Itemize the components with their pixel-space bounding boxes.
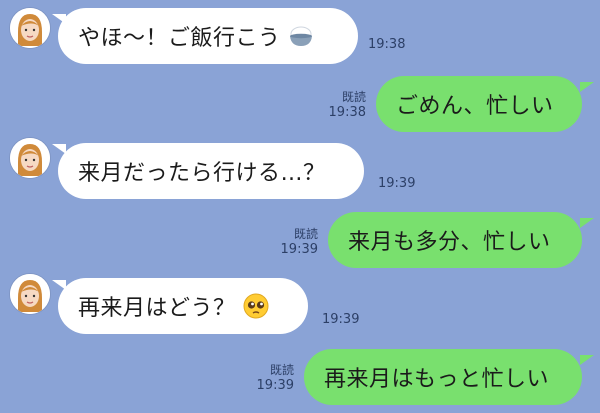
bubble-tail — [580, 218, 594, 228]
message-text: やほ〜！ご飯行こう — [78, 26, 281, 51]
pleading-face-icon — [242, 292, 270, 320]
message-bubble-incoming[interactable]: 再来月はどう？ — [58, 278, 308, 334]
timestamp: 19:38 — [328, 105, 366, 120]
rice-bowl-icon — [287, 22, 315, 50]
avatar-icon — [10, 274, 50, 314]
message-text: 来月だったら行ける…？ — [78, 161, 326, 186]
chat-thread: やほ〜！ご飯行こう 19:38 既読 19:38 ごめん、忙しい 来月だったら行… — [0, 0, 600, 413]
timestamp: 19:39 — [256, 378, 294, 393]
message-text: 再来月はもっと忙しい — [324, 367, 550, 392]
timestamp: 19:39 — [322, 312, 360, 327]
avatar-icon — [10, 138, 50, 178]
message-text: ごめん、忙しい — [396, 94, 554, 119]
message-bubble-outgoing[interactable]: 再来月はもっと忙しい — [304, 349, 582, 405]
friend-avatar[interactable] — [10, 274, 50, 314]
timestamp: 19:39 — [280, 242, 318, 257]
message-bubble-incoming[interactable]: 来月だったら行ける…？ — [58, 143, 364, 199]
read-receipt: 既読 — [341, 90, 366, 104]
timestamp: 19:39 — [378, 176, 416, 191]
message-text: 来月も多分、忙しい — [348, 230, 551, 255]
timestamp: 19:38 — [368, 37, 406, 52]
message-meta: 既読 19:39 — [268, 226, 318, 258]
bubble-tail — [580, 82, 594, 92]
message-meta: 既読 19:38 — [316, 89, 366, 121]
friend-avatar[interactable] — [10, 8, 50, 48]
friend-avatar[interactable] — [10, 138, 50, 178]
message-bubble-outgoing[interactable]: ごめん、忙しい — [376, 76, 582, 132]
read-receipt: 既読 — [293, 227, 318, 241]
message-text: 再来月はどう？ — [78, 296, 236, 321]
message-meta: 既読 19:39 — [244, 362, 294, 394]
bubble-tail — [580, 355, 594, 365]
avatar-icon — [10, 8, 50, 48]
message-bubble-outgoing[interactable]: 来月も多分、忙しい — [328, 212, 582, 268]
read-receipt: 既読 — [269, 363, 294, 377]
message-bubble-incoming[interactable]: やほ〜！ご飯行こう — [58, 8, 358, 64]
